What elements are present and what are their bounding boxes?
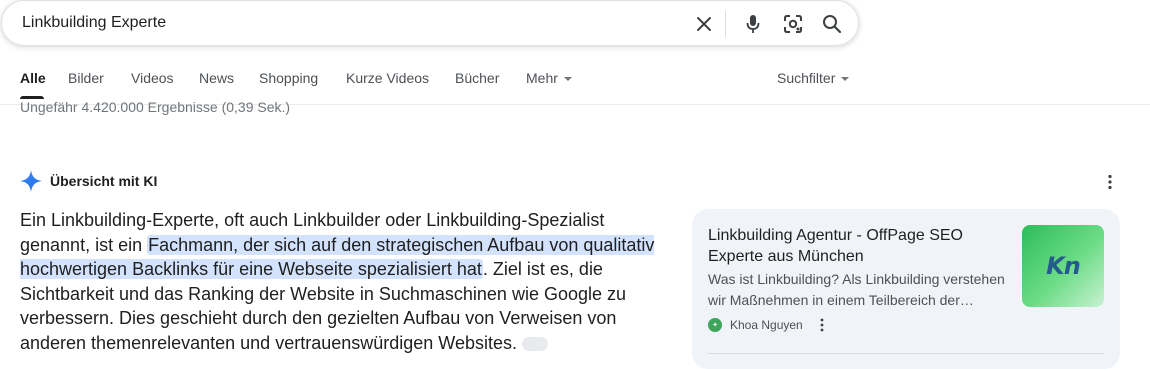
source-card-thumbnail[interactable]: Kn	[1022, 225, 1104, 307]
search-tabs: Alle Bilder Videos News Shopping Kurze V…	[0, 68, 1150, 90]
sparkle-icon	[20, 170, 42, 192]
tab-buecher[interactable]: Bücher	[455, 70, 499, 86]
more-options-icon[interactable]	[1100, 172, 1120, 192]
source-card[interactable]: Linkbuilding Agentur - OffPage SEO Exper…	[692, 209, 1120, 369]
camera-lens-icon[interactable]	[782, 13, 804, 35]
tab-kurze-videos[interactable]: Kurze Videos	[346, 70, 429, 86]
close-icon[interactable]	[693, 13, 715, 35]
source-options-icon[interactable]	[817, 317, 827, 333]
search-bar-divider	[725, 11, 726, 37]
ai-overview-title: Übersicht mit KI	[50, 173, 158, 189]
search-filter-button[interactable]: Suchfilter	[777, 70, 850, 86]
source-card-snippet: Was ist Linkbuilding? Als Linkbuilding v…	[708, 271, 1005, 308]
source-card-attribution: ✦ Khoa Nguyen	[708, 317, 827, 333]
tab-videos[interactable]: Videos	[131, 70, 174, 86]
tab-bilder[interactable]: Bilder	[68, 70, 104, 86]
search-filter-label: Suchfilter	[777, 70, 836, 86]
results-stats: Ungefähr 4.420.000 Ergebnisse (0,39 Sek.…	[20, 99, 291, 115]
ai-overview-text: Ein Linkbuilding-Experte, oft auch Linkb…	[20, 208, 660, 355]
search-bar[interactable]: Linkbuilding Experte	[1, 0, 859, 46]
source-link-chip[interactable]	[522, 336, 548, 351]
tab-alle[interactable]: Alle	[20, 70, 46, 86]
source-card-title[interactable]: Linkbuilding Agentur - OffPage SEO Exper…	[708, 225, 998, 267]
tab-news[interactable]: News	[199, 70, 234, 86]
tab-shopping[interactable]: Shopping	[259, 70, 318, 86]
chevron-down-icon	[841, 77, 850, 82]
source-name: Khoa Nguyen	[730, 318, 803, 332]
source-card-divider	[708, 353, 1104, 354]
chevron-down-icon	[563, 77, 572, 82]
microphone-icon[interactable]	[742, 13, 764, 35]
search-input[interactable]: Linkbuilding Experte	[22, 14, 166, 32]
search-icon[interactable]	[821, 13, 843, 35]
thumbnail-logo-text: Kn	[1046, 252, 1081, 280]
tab-mehr-label: Mehr	[526, 70, 558, 86]
site-favicon-icon: ✦	[708, 318, 722, 332]
ai-overview-header: Übersicht mit KI	[20, 170, 157, 192]
tab-mehr[interactable]: Mehr	[526, 70, 572, 86]
